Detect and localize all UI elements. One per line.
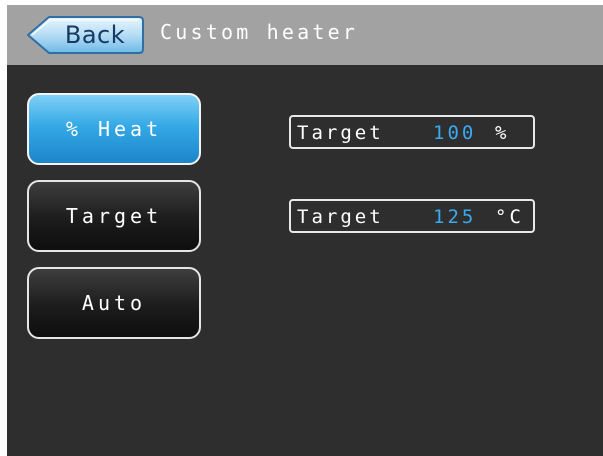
back-button[interactable]: Back (25, 15, 145, 55)
target-percent-readout[interactable]: Target 100 % (289, 115, 535, 149)
readout-label: Target (297, 122, 384, 144)
heat-percent-mode-button[interactable]: % Heat (27, 93, 201, 165)
title-bar: Back Custom heater (7, 5, 603, 65)
readout-value: 125 (433, 206, 477, 228)
readout-value: 100 (433, 122, 477, 144)
back-button-label: Back (64, 21, 126, 49)
readout-unit: % (495, 122, 510, 144)
readout-unit: °C (495, 206, 524, 228)
target-temperature-readout[interactable]: Target 125 °C (289, 199, 535, 233)
target-mode-button[interactable]: Target (27, 180, 201, 252)
readout-label: Target (297, 206, 384, 228)
screen-title: Custom heater (160, 20, 359, 44)
auto-mode-button[interactable]: Auto (27, 267, 201, 339)
heater-screen: Back Custom heater % Heat Target Auto Ta… (7, 5, 603, 456)
